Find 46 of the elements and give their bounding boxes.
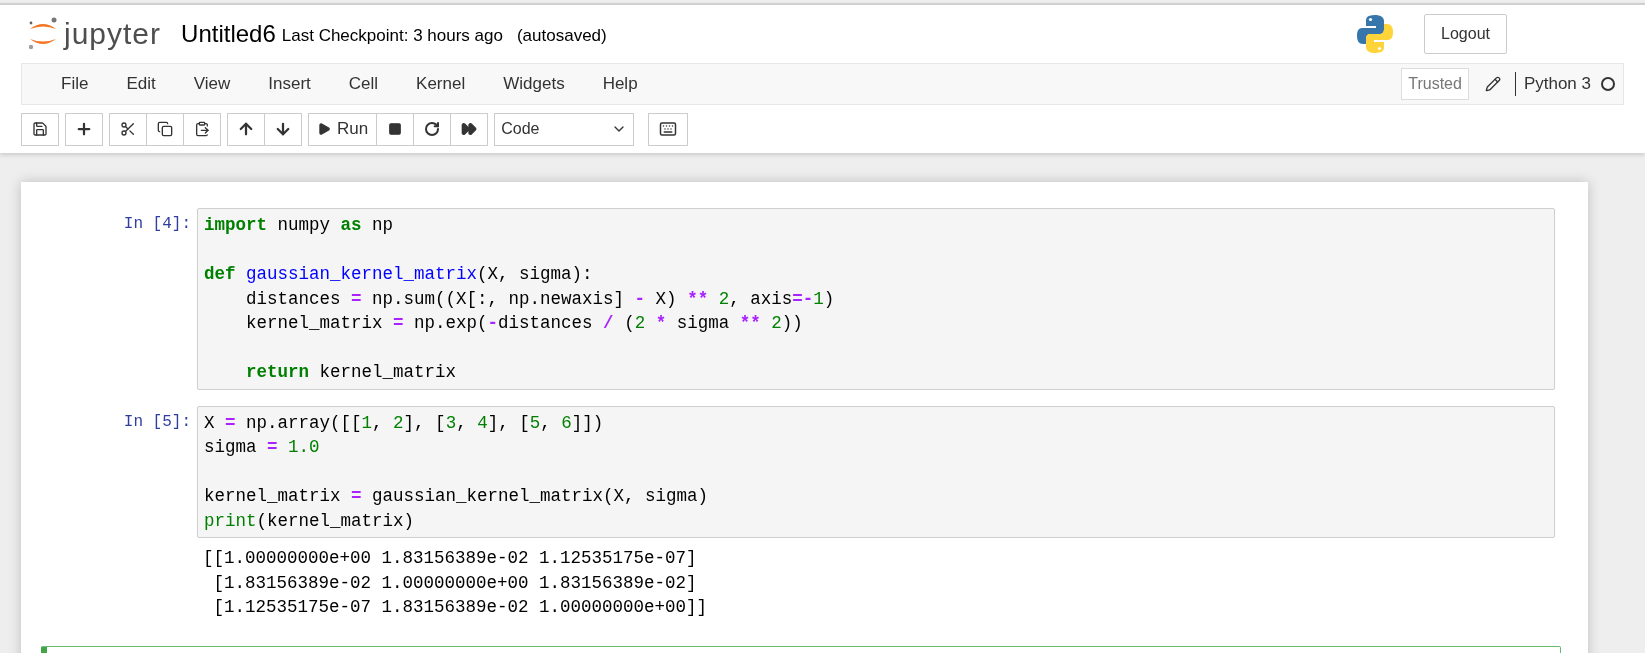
code-line: return kernel_matrix [245, 361, 458, 384]
menu-item[interactable]: Cell [329, 71, 398, 97]
notebook-title[interactable]: Untitled6 [181, 16, 276, 52]
autosave-status: (autosaved) [516, 25, 607, 48]
checkpoint-text: Last Checkpoint: 3 hours ago [281, 25, 503, 48]
kernel-name: Python 3 [1523, 73, 1591, 96]
output-line: [[1.00000000e+00 1.83156389e-02 1.12535175e-07] [203, 547, 698, 570]
menu-item[interactable]: Edit [107, 71, 175, 97]
scissors-icon[interactable] [109, 112, 147, 146]
code-input[interactable]: X = np.array([[1, 2], [3, 4], [5, 6]]) sigma = 1.0 kernel_matrix = gaussian_kernel_matrix(X, sigma) print(kernel_matrix) [197, 405, 1555, 538]
menu-item[interactable]: Widgets [484, 71, 584, 97]
code-line: X = np.array([[1, 2], [3, 4], [5, 6]]) [204, 411, 605, 435]
code-line: distances = np.sum((X[:, np.newaxis] - X) ** 2, axis=-1) [245, 287, 836, 311]
menu-item[interactable]: Help [583, 71, 657, 97]
menu-item[interactable]: File [42, 71, 108, 97]
cell-prompt: In [4]: [122, 214, 192, 235]
cell-type-select[interactable]: Code [494, 112, 635, 146]
code-line: kernel_matrix = gaussian_kernel_matrix(X, sigma) [204, 485, 710, 508]
logo-wordmark: jupyter [64, 19, 162, 49]
code-line: sigma = 1.0 [204, 436, 321, 459]
code-line: print(kernel_matrix) [204, 509, 416, 533]
copy-icon[interactable] [146, 112, 184, 146]
keyboard-icon[interactable] [648, 112, 689, 146]
code-line: def gaussian_kernel_matrix(X, sigma): [204, 263, 594, 286]
output-line: [1.83156389e-02 1.00000000e+00 1.83156389e-02] [212, 571, 698, 595]
python-icon [1356, 14, 1395, 54]
save-icon[interactable] [21, 112, 59, 146]
logout-button[interactable]: Logout [1424, 14, 1507, 54]
code-line: import numpy as np [204, 214, 395, 237]
run-button[interactable]: Run [308, 112, 378, 146]
play-icon [317, 122, 331, 136]
code-line: kernel_matrix = np.exp(-distances / (2 * sigma ** 2)) [245, 312, 804, 335]
fast-forward-icon[interactable] [450, 112, 489, 146]
cell-prompt: In [5]: [122, 411, 192, 433]
arrow-up-icon[interactable] [227, 112, 265, 146]
paste-icon[interactable] [183, 112, 221, 146]
restart-icon[interactable] [413, 112, 452, 146]
menu-item[interactable]: View [174, 71, 250, 97]
stop-icon[interactable] [376, 112, 415, 146]
menu-item[interactable]: Kernel [397, 71, 485, 97]
edit-mode-icon [1484, 76, 1501, 92]
plus-icon[interactable] [65, 112, 103, 146]
output-line: [1.12535175e-07 1.83156389e-02 1.00000000e+00]] [212, 596, 709, 619]
trusted-badge[interactable]: Trusted [1401, 68, 1469, 100]
arrow-down-icon[interactable] [264, 112, 302, 146]
menu-item[interactable]: Insert [249, 71, 330, 97]
